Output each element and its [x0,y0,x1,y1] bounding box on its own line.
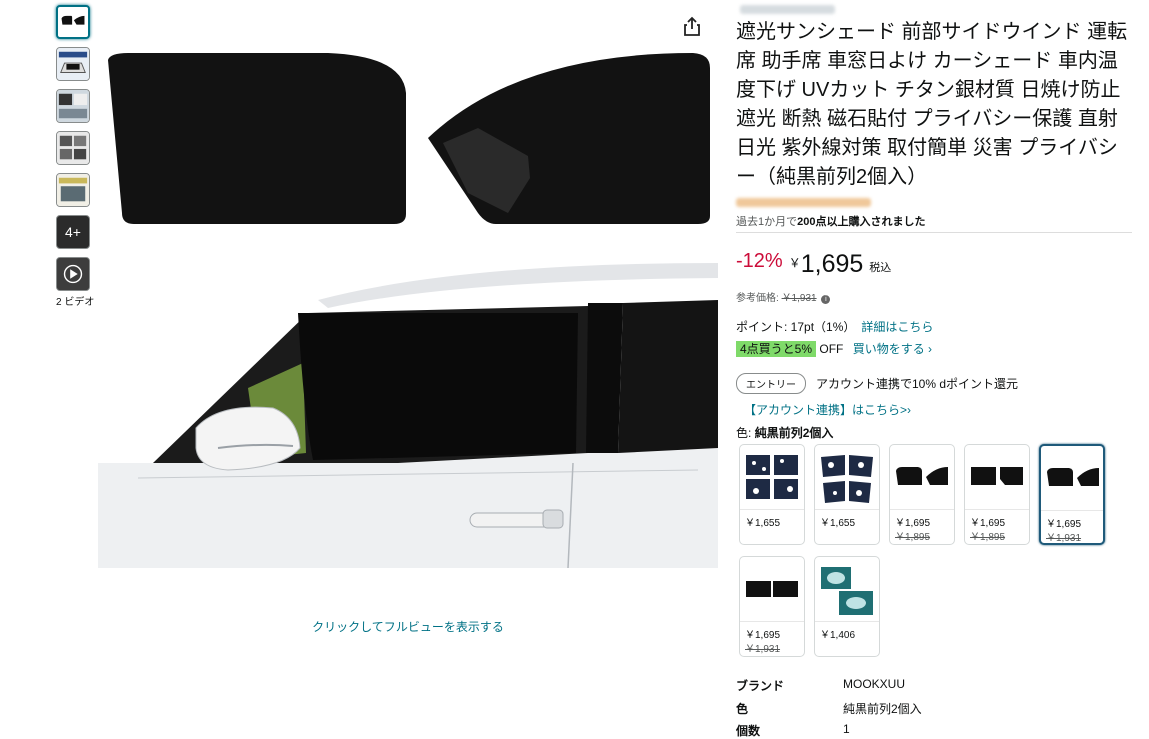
swatch-divider [740,509,804,510]
swatch-image [817,447,877,509]
swatch-divider [1041,510,1103,511]
shade-thumbnail-icon [61,15,85,25]
share-icon[interactable] [682,16,702,38]
black-shade-icon [971,467,1023,485]
thumbnail-video[interactable] [56,257,90,291]
swatch-image [1043,448,1103,510]
points-text: ポイント: 17pt（1%） [736,320,856,334]
swatch-old-price: ￥1,895 [895,532,931,543]
entry-promo-text: アカウント連携で10% dポイント還元 [816,377,1019,391]
swatch-old-price: ￥1,895 [970,532,1006,543]
swatch-divider [740,621,804,622]
discount-percent: -12% [736,250,783,272]
bulk-discount: 4点買うと5% OFF 買い物をする › [736,340,932,357]
reference-price-value: ￥1,931 [781,293,817,304]
swatch-option[interactable]: ￥1,695 ￥1,931 [739,556,805,657]
tax-label: 税込 [869,262,892,274]
points-details-link[interactable]: 詳細はこちら [861,320,933,334]
thumbnail-1[interactable] [56,5,90,39]
swatch-option[interactable]: ￥1,695 ￥1,895 [889,444,955,545]
thumbnail-5[interactable] [56,173,90,207]
info-icon[interactable]: i [821,295,831,304]
reference-price-label: 参考価格: [736,293,779,304]
currency-symbol: ￥ [788,256,801,270]
swatch-price: ￥1,695 [1046,519,1082,530]
swatch-image [742,447,802,509]
swatch-image [742,559,802,621]
color-label: 色: 純黒前列2個入 [736,424,833,441]
swatch-option[interactable]: ￥1,695 ￥1,895 [964,444,1030,545]
swatch-option[interactable]: ￥1,655 [739,444,805,545]
thumbnail-4[interactable] [56,131,90,165]
swatch-price: ￥1,695 [895,518,931,529]
swatch-price: ￥1,695 [745,630,781,641]
swatch-price: ￥1,695 [970,518,1006,529]
swatch-image [967,447,1027,509]
swatch-price: ￥1,655 [820,518,856,529]
grid-thumbnail-icon [57,132,89,164]
thumbnail-more[interactable]: 4+ [56,215,90,249]
spec-value: MOOKXUU [843,677,906,691]
swatch-divider [890,509,954,510]
installation-thumbnail-icon [57,174,89,206]
bulk-shop-link[interactable]: 買い物をする › [853,342,932,356]
swatch-price: ￥1,655 [745,518,781,529]
main-product-image[interactable] [98,8,718,588]
car-thumbnail-icon [57,48,89,80]
swatch-image [892,447,952,509]
purchase-count-prefix: 過去1か月で [736,216,798,228]
reference-price: 参考価格: ￥1,931 i [736,289,831,304]
black-shade-icon [1047,468,1099,486]
spec-key: ブランド [736,679,785,693]
swatch-old-price: ￥1,931 [745,644,781,655]
video-count-label: 2 ビデオ [56,297,95,308]
color-selected-value: 純黒前列2個入 [754,426,834,440]
entry-button[interactable]: エントリー [736,373,806,394]
spec-value: 1 [843,722,850,736]
spec-value: 純黒前列2個入 [843,702,922,716]
bulk-discount-badge: 4点買うと5% [736,341,817,357]
swatch-option-selected[interactable]: ￥1,695 ￥1,931 [1039,444,1105,545]
package-icon [821,567,873,615]
swatch-old-price: ￥1,931 [1046,533,1082,544]
color-label-key: 色: [736,426,752,440]
price: 1,695 [800,250,864,278]
swatch-divider [815,509,879,510]
swatch-option[interactable]: ￥1,406 [814,556,880,657]
swatch-divider [965,509,1029,510]
rating-placeholder [736,198,871,207]
sunshade-product-image [98,53,718,569]
black-shade-icon [896,467,948,485]
more-images-count: 4+ [65,224,81,240]
patterned-shade-icon [746,455,798,499]
swatch-option[interactable]: ￥1,655 [814,444,880,545]
promo-entry-row: エントリー アカウント連携で10% dポイント還元 [736,373,1018,394]
store-link-placeholder [740,5,835,14]
play-icon [57,258,89,290]
share-arrow-icon [684,16,700,36]
divider [736,232,1132,233]
price-row: -12% ￥1,695 税込 [736,250,891,282]
swatch-price: ￥1,406 [820,630,856,641]
purchase-count-bold: 200点以上購入されました [797,216,926,228]
patterned-shade-icon [821,455,873,503]
points-info: ポイント: 17pt（1%） 詳細はこちら [736,318,933,335]
spec-key: 色 [736,702,749,716]
full-view-link[interactable]: クリックしてフルビューを表示する [98,618,718,635]
bulk-off-label: OFF [819,342,844,356]
thumbnail-list: 4+ 2 ビデオ [56,5,96,308]
account-link[interactable]: 【アカウント連携】はこちら>› [744,401,911,418]
comparison-thumbnail-icon [57,90,89,122]
product-title: 遮光サンシェード 前部サイドウインド 運転席 助手席 車窓日よけ カーシェード … [736,21,1128,188]
black-shade-icon [746,581,798,597]
thumbnail-2[interactable] [56,47,90,81]
swatch-image [817,559,877,621]
purchase-count: 過去1か月で200点以上購入されました [736,213,925,229]
spec-key: 個数 [736,724,761,738]
thumbnail-3[interactable] [56,89,90,123]
swatch-divider [815,621,879,622]
